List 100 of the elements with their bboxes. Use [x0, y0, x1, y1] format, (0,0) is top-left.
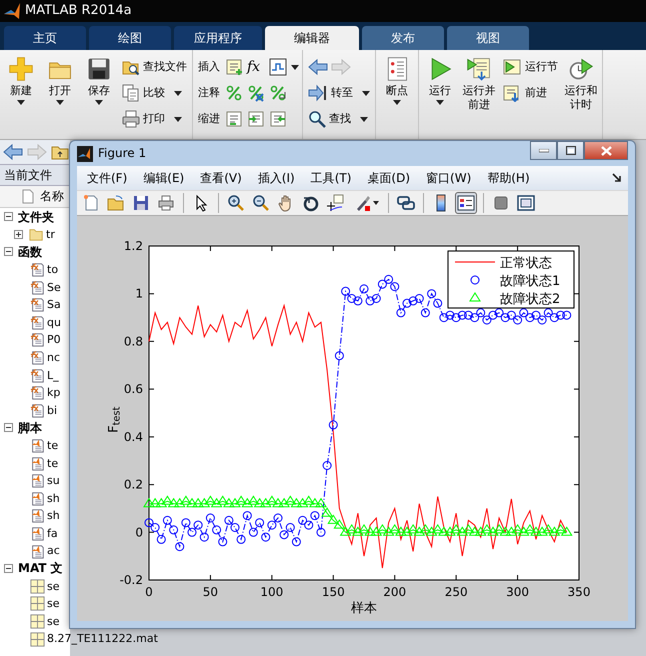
section-header[interactable]: 文件夹 [18, 210, 54, 224]
insert-section-icon[interactable] [225, 58, 243, 76]
forward-arrow-icon [331, 58, 351, 76]
section-header[interactable]: MAT 文 [18, 561, 63, 576]
file-name[interactable]: Sa [47, 298, 61, 312]
expand-toggle-icon[interactable] [14, 230, 23, 239]
indent-right-icon[interactable] [247, 110, 265, 128]
menu-item[interactable]: 工具(T) [302, 168, 360, 188]
tick-label: 1 [135, 286, 143, 301]
menu-item[interactable]: 编辑(E) [135, 168, 192, 188]
zoom-out-icon [252, 194, 270, 212]
menu-item[interactable]: 查看(V) [192, 168, 250, 188]
ribbon-tab[interactable]: 绘图 [89, 26, 171, 50]
document-icon [22, 189, 34, 204]
toolstrip-button[interactable]: 前进 [500, 80, 560, 106]
file-name[interactable]: to [47, 262, 58, 276]
step-graph-icon[interactable] [269, 58, 287, 76]
file-name[interactable]: ac [47, 544, 60, 558]
menu-item[interactable]: 文件(F) [79, 168, 136, 188]
file-name[interactable]: 8.27_TE111222.mat [47, 632, 158, 646]
file-name[interactable]: te [47, 438, 58, 452]
script-file-icon [30, 544, 45, 559]
toolstrip-button[interactable]: 比较 [120, 80, 189, 106]
stopwatch-run-icon [568, 56, 594, 82]
uncomment-icon[interactable] [247, 84, 265, 102]
script-file-icon [30, 490, 45, 506]
close-button[interactable] [584, 141, 628, 160]
toolbar-button[interactable] [455, 192, 477, 214]
file-name[interactable]: nc [47, 350, 60, 364]
indent-icon[interactable] [225, 110, 243, 128]
file-name[interactable]: kp [47, 386, 60, 400]
data-file-icon [30, 614, 45, 629]
toolstrip-button[interactable]: 运行和计时 [563, 54, 599, 114]
tick-label: 1.2 [124, 239, 143, 253]
file-name[interactable]: sh [47, 492, 60, 505]
wrap-comment-icon[interactable] [269, 84, 287, 102]
script-file-icon [30, 438, 45, 454]
tick-label: 150 [322, 585, 345, 599]
file-name[interactable]: fa [47, 526, 58, 540]
function-file-icon [30, 332, 45, 348]
collapse-toggle-icon[interactable] [4, 212, 13, 222]
toolstrip-button[interactable]: 插入 [196, 54, 222, 80]
toolstrip-button[interactable]: 打开 [42, 54, 78, 107]
file-name[interactable]: Se [47, 280, 61, 294]
toolstrip-button[interactable]: 查找文件 [120, 54, 189, 80]
toolstrip-button[interactable]: 保存 [81, 54, 117, 107]
collapse-toggle-icon[interactable] [4, 564, 13, 574]
file-name[interactable]: se [47, 614, 60, 628]
tick-label: 300 [506, 585, 530, 599]
file-name[interactable]: bi [47, 404, 58, 417]
tick-label: 0 [145, 585, 153, 599]
function-file-icon [30, 280, 45, 295]
comment-icon[interactable] [225, 84, 243, 102]
ribbon-tab[interactable]: 应用程序 [174, 26, 262, 50]
toolstrip-button[interactable]: 打印 [120, 106, 189, 132]
tick-label: 0.8 [124, 334, 143, 348]
toolstrip-button[interactable]: 运行并前进 [461, 54, 497, 114]
file-name[interactable]: se [47, 597, 60, 610]
dock-arrow-icon[interactable] [612, 173, 622, 183]
data-file-icon [30, 632, 45, 647]
collapse-toggle-icon[interactable] [4, 423, 13, 432]
file-name[interactable]: te [47, 456, 58, 470]
printer-icon [122, 110, 140, 128]
ribbon-tab[interactable]: 主页 [4, 26, 86, 50]
menu-item[interactable]: 桌面(D) [359, 168, 418, 188]
section-header[interactable]: 脚本 [18, 420, 42, 436]
file-name[interactable]: se [47, 580, 60, 593]
indent-left-icon[interactable] [269, 110, 287, 128]
folder-up-icon[interactable] [51, 144, 69, 160]
page-run-icon [502, 58, 522, 76]
toolstrip-button[interactable]: 新建 [3, 54, 39, 107]
toolstrip-button[interactable]: 转至 [306, 80, 372, 106]
file-name[interactable]: P0 [47, 333, 61, 347]
minimize-button[interactable] [530, 141, 557, 160]
ribbon-tab[interactable]: 编辑器 [265, 26, 359, 50]
toolstrip-button[interactable]: 运行节 [500, 54, 560, 80]
section-header[interactable]: 函数 [18, 244, 42, 260]
menu-item[interactable]: 窗口(W) [418, 168, 480, 188]
menu-item[interactable]: 插入(I) [250, 168, 303, 188]
ribbon-tab[interactable]: 视图 [447, 26, 529, 50]
ribbon-tab[interactable]: 发布 [362, 26, 444, 50]
function-button[interactable]: fx [247, 58, 260, 76]
printer-icon [157, 194, 175, 212]
matlab-logo-icon [77, 146, 93, 162]
toolstrip-button[interactable]: 运行 [422, 54, 458, 107]
back-arrow-icon [3, 143, 23, 161]
toolstrip-button[interactable]: 注释 [196, 80, 222, 106]
toolstrip-button[interactable]: 查找 [306, 106, 372, 132]
menu-item[interactable]: 帮助(H) [479, 168, 538, 188]
file-name[interactable]: sh [47, 509, 60, 522]
window-title: Figure 1 [98, 146, 148, 161]
toolstrip-button[interactable]: 断点 [379, 54, 415, 107]
toolstrip-button[interactable]: 缩进 [196, 106, 222, 132]
file-name[interactable]: tr [46, 228, 55, 241]
file-name[interactable]: qu [47, 316, 61, 329]
window-title: MATLAB R2014a [25, 3, 132, 19]
file-name[interactable]: L_ [47, 368, 59, 382]
maximize-button[interactable] [557, 141, 584, 160]
file-name[interactable]: su [47, 474, 60, 488]
collapse-toggle-icon[interactable] [4, 247, 13, 256]
